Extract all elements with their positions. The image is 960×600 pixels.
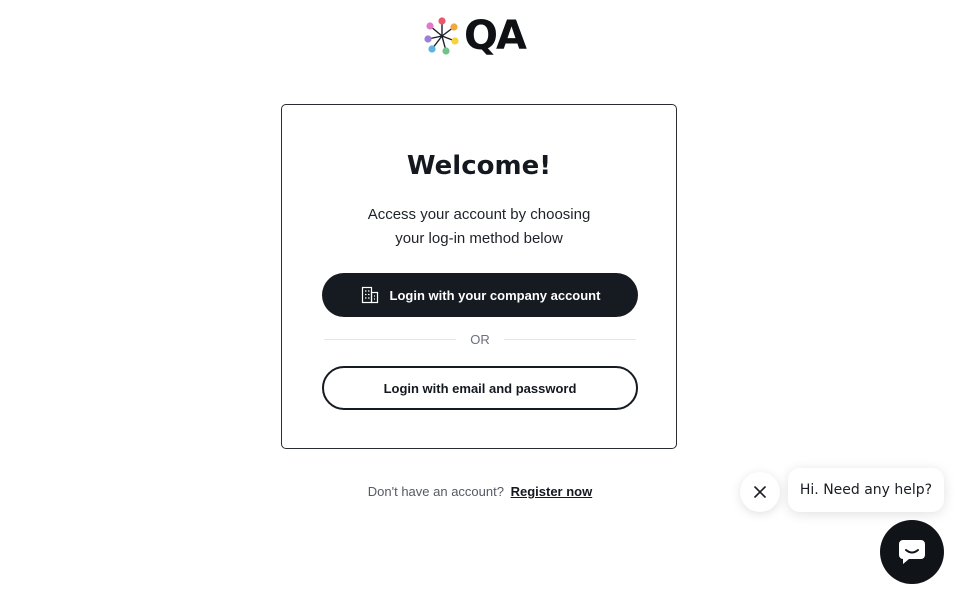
- company-login-label: Login with your company account: [389, 287, 601, 303]
- chat-bubble-icon: [899, 540, 925, 564]
- logo-text: QA: [464, 13, 527, 59]
- welcome-title: Welcome!: [406, 151, 552, 181]
- login-instructions: Access your account by choosing your log…: [342, 203, 616, 251]
- login-instructions-line-1: Access your account by choosing: [367, 206, 591, 223]
- chat-launcher-button[interactable]: [880, 520, 944, 584]
- divider-line-right: [503, 339, 636, 340]
- register-question: Don't have an account?: [367, 484, 504, 499]
- email-login-button[interactable]: Login with email and password: [322, 366, 638, 410]
- building-icon: [361, 286, 378, 304]
- company-login-button[interactable]: Login with your company account: [322, 273, 638, 317]
- login-page: QA Welcome! Access your account by choos…: [0, 0, 960, 600]
- login-card: Welcome! Access your account by choosing…: [281, 104, 677, 449]
- register-now-link[interactable]: Register now: [511, 484, 593, 499]
- qa-flower-logo-icon: [424, 17, 459, 55]
- or-divider: OR: [324, 332, 636, 347]
- help-close-button[interactable]: [740, 472, 780, 512]
- divider-text: OR: [470, 332, 490, 347]
- divider-line-left: [324, 339, 457, 340]
- login-instructions-line-2: your log-in method below: [395, 230, 563, 247]
- help-message-text: Hi. Need any help?: [799, 482, 933, 498]
- qa-logo[interactable]: QA: [422, 13, 527, 59]
- close-icon: [754, 486, 766, 498]
- help-message-bubble[interactable]: Hi. Need any help?: [788, 468, 944, 512]
